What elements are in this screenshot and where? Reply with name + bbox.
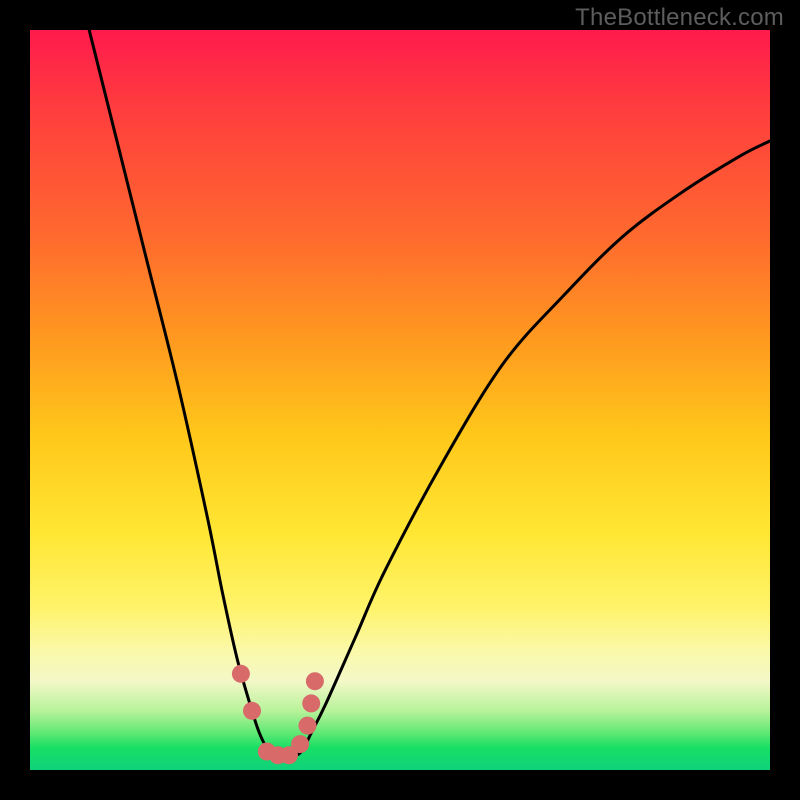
highlight-point: [243, 702, 261, 720]
curve-layer: [30, 30, 770, 770]
highlight-markers: [232, 665, 324, 764]
highlight-point: [302, 694, 320, 712]
highlight-point: [291, 735, 309, 753]
plot-area: [30, 30, 770, 770]
highlight-point: [232, 665, 250, 683]
chart-stage: TheBottleneck.com: [0, 0, 800, 800]
highlight-point: [306, 672, 324, 690]
watermark-text: TheBottleneck.com: [575, 4, 784, 32]
highlight-point: [299, 717, 317, 735]
bottleneck-curve: [89, 30, 770, 756]
